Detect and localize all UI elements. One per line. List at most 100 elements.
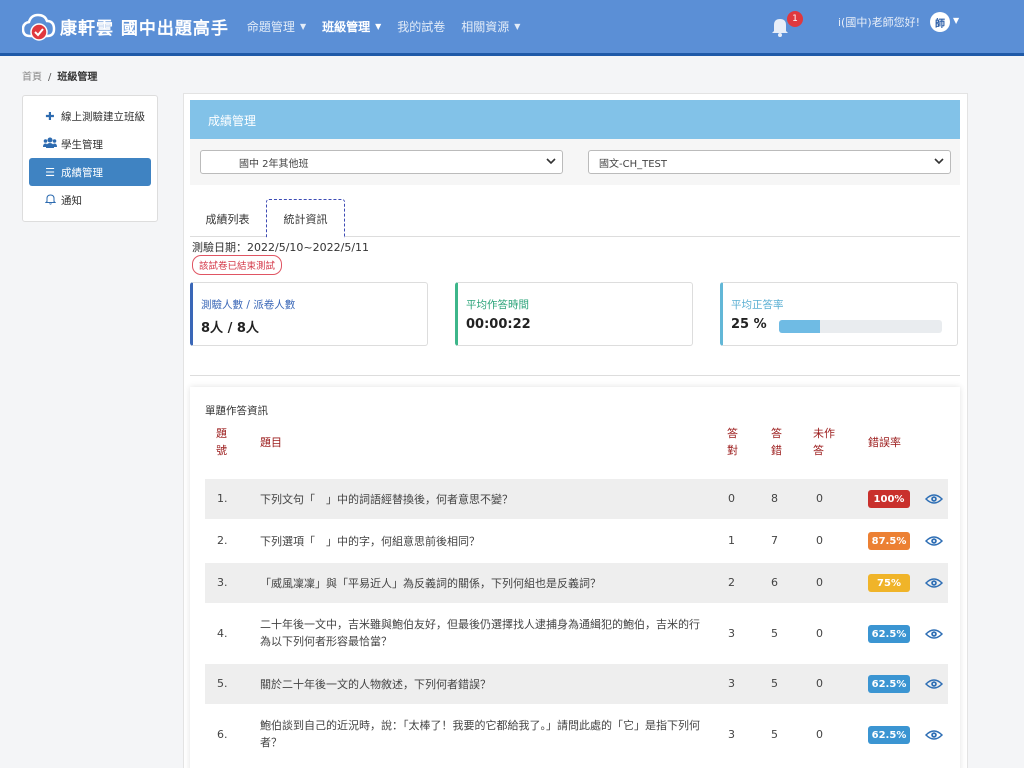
notification-count-badge: 1 bbox=[787, 11, 803, 27]
correct-count: 0 bbox=[728, 492, 735, 505]
menu-item-resources[interactable]: 相關資源 ▼ bbox=[461, 18, 520, 35]
breadcrumb-home[interactable]: 首頁 bbox=[22, 72, 42, 83]
view-eye-icon[interactable] bbox=[924, 535, 944, 547]
users-icon bbox=[43, 137, 57, 151]
class-select[interactable]: 國中 2年其他班 bbox=[200, 150, 563, 174]
sidebar: ✚ 線上測驗建立班級 學生管理 ☰ 成績管理 通知 bbox=[22, 95, 158, 222]
bell-icon bbox=[43, 193, 57, 208]
question-number: 5. bbox=[217, 677, 228, 690]
unanswered-count: 0 bbox=[816, 677, 823, 690]
wrong-count: 5 bbox=[771, 677, 778, 690]
subject-select-value: 國文-CH_TEST bbox=[599, 158, 667, 170]
view-eye-icon[interactable] bbox=[924, 678, 944, 690]
subject-select[interactable]: 國文-CH_TEST bbox=[588, 150, 951, 174]
wrong-count: 5 bbox=[771, 728, 778, 741]
sidebar-item-label: 通知 bbox=[61, 194, 82, 207]
error-rate-badge: 62.5% bbox=[868, 726, 910, 744]
wrong-count: 8 bbox=[771, 492, 778, 505]
correct-count: 2 bbox=[728, 576, 735, 589]
sidebar-item-students[interactable]: 學生管理 bbox=[29, 130, 151, 158]
correct-count: 3 bbox=[728, 677, 735, 690]
stat-value: 25 % bbox=[731, 317, 767, 332]
error-rate-badge: 62.5% bbox=[868, 675, 910, 693]
question-number: 6. bbox=[217, 728, 228, 741]
stat-card-avg-correct: 平均正答率 25 % bbox=[720, 282, 958, 346]
breadcrumb: 首頁 / 班級管理 bbox=[22, 68, 97, 83]
top-navbar: 康軒雲 國中出題高手 命題管理 ▼ 班級管理 ▼ 我的試卷 相關資源 ▼ 1 i(國中… bbox=[0, 0, 1024, 56]
question-number: 3. bbox=[217, 576, 228, 589]
user-greeting[interactable]: i(國中)老師您好! bbox=[838, 14, 920, 30]
page-title: 成績管理 bbox=[190, 100, 960, 139]
question-text: 二十年後一文中，吉米雖與鮑伯友好，但最後仍選擇找人逮捕身為通緝犯的鮑伯，吉米的行… bbox=[260, 618, 700, 648]
stat-card-avg-time: 平均作答時間 00:00:22 bbox=[455, 282, 693, 346]
question-stats-card: 單題作答資訊 題號 題目 答對 答錯 未作答 錯誤率 1. 下列文句「 」中的詞語… bbox=[190, 387, 960, 768]
stat-value: 8人 / 8人 bbox=[201, 321, 259, 336]
tab-statistics[interactable]: 統計資訊 bbox=[266, 199, 345, 238]
view-eye-icon[interactable] bbox=[924, 493, 944, 505]
question-text: 關於二十年後一文的人物敘述，下列何者錯誤？ bbox=[260, 678, 491, 691]
menu-item-class-management[interactable]: 班級管理 ▼ bbox=[322, 18, 381, 35]
table-header: 題號 題目 答對 答錯 未作答 錯誤率 bbox=[205, 425, 950, 467]
brand[interactable]: 康軒雲 國中出題高手 bbox=[21, 12, 229, 42]
stat-label: 測驗人數 / 派卷人數 bbox=[201, 299, 296, 311]
error-rate-badge: 100% bbox=[868, 490, 910, 508]
table-row: 3. 「威風凜凜」與「平易近人」為反義詞的關係，下列何組也是反義詞？ 2 6 0 75% bbox=[205, 563, 948, 603]
sidebar-item-create-class[interactable]: ✚ 線上測驗建立班級 bbox=[29, 102, 151, 130]
divider bbox=[190, 375, 960, 376]
table-row: 1. 下列文句「 」中的詞語經替換後，何者意思不變？ 0 8 0 100% bbox=[205, 479, 948, 519]
status-badge: 該試卷已結束測試 bbox=[192, 255, 283, 275]
menu-item-my-papers[interactable]: 我的試卷 bbox=[397, 18, 445, 35]
sidebar-item-grades[interactable]: ☰ 成績管理 bbox=[29, 158, 151, 186]
progress-fill bbox=[779, 320, 820, 333]
avatar[interactable]: 師 bbox=[930, 12, 950, 32]
menu-label: 命題管理 bbox=[246, 20, 295, 34]
error-rate-badge: 87.5% bbox=[868, 532, 910, 550]
menu-label: 班級管理 bbox=[322, 20, 371, 34]
stat-card-participants: 測驗人數 / 派卷人數 8人 / 8人 bbox=[190, 282, 428, 346]
header-error-rate: 錯誤率 bbox=[868, 436, 901, 449]
question-text: 鮑伯談到自己的近況時，說：「太棒了！我要的它都給我了。」請問此處的「它」是指下列… bbox=[260, 719, 700, 749]
caret-down-icon[interactable]: ▼ bbox=[953, 16, 959, 25]
header-question: 題目 bbox=[260, 436, 282, 449]
menu-label: 我的試卷 bbox=[397, 20, 446, 34]
list-icon: ☰ bbox=[45, 165, 55, 179]
view-eye-icon[interactable] bbox=[924, 729, 944, 741]
unanswered-count: 0 bbox=[816, 728, 823, 741]
header-wrong: 答錯 bbox=[771, 427, 782, 457]
view-eye-icon[interactable] bbox=[924, 628, 944, 640]
filter-area: 國中 2年其他班 國文-CH_TEST bbox=[190, 139, 960, 185]
table-row: 2. 下列選項「 」中的字，何組意思前後相同？ 1 7 0 87.5% bbox=[205, 521, 948, 561]
wrong-count: 6 bbox=[771, 576, 778, 589]
menu-item-question-management[interactable]: 命題管理 ▼ bbox=[247, 18, 306, 35]
header-correct: 答對 bbox=[727, 427, 738, 457]
test-date: 測驗日期：2022/5/10~2022/5/11 bbox=[192, 241, 370, 254]
breadcrumb-current: 班級管理 bbox=[57, 72, 98, 83]
error-rate-badge: 75% bbox=[868, 574, 910, 592]
unanswered-count: 0 bbox=[816, 627, 823, 640]
question-number: 4. bbox=[217, 627, 228, 640]
unanswered-count: 0 bbox=[816, 534, 823, 547]
main-menu: 命題管理 ▼ 班級管理 ▼ 我的試卷 相關資源 ▼ bbox=[247, 18, 537, 35]
stat-label: 平均作答時間 bbox=[466, 299, 529, 311]
correct-count: 1 bbox=[728, 534, 735, 547]
caret-down-icon: ▼ bbox=[514, 22, 521, 31]
sidebar-item-notifications[interactable]: 通知 bbox=[29, 186, 151, 214]
unanswered-count: 0 bbox=[816, 576, 823, 589]
correct-count: 3 bbox=[728, 627, 735, 640]
caret-down-icon: ▼ bbox=[375, 22, 382, 31]
class-select-value: 國中 2年其他班 bbox=[239, 158, 309, 170]
correct-rate-progress-bar bbox=[779, 320, 942, 333]
question-text: 下列選項「 」中的字，何組意思前後相同？ bbox=[260, 535, 480, 548]
error-rate-badge: 62.5% bbox=[868, 625, 910, 643]
view-eye-icon[interactable] bbox=[924, 577, 944, 589]
stat-label: 平均正答率 bbox=[731, 299, 784, 311]
tab-grade-list[interactable]: 成績列表 bbox=[190, 199, 265, 238]
chevron-down-icon bbox=[546, 156, 556, 169]
tab-bar: 成績列表 統計資訊 bbox=[190, 199, 960, 238]
breadcrumb-separator: / bbox=[48, 72, 52, 83]
sidebar-item-label: 線上測驗建立班級 bbox=[61, 110, 145, 123]
section-title: 單題作答資訊 bbox=[205, 405, 268, 417]
brand-title: 康軒雲 國中出題高手 bbox=[60, 19, 229, 39]
table-row: 5. 關於二十年後一文的人物敘述，下列何者錯誤？ 3 5 0 62.5% bbox=[205, 664, 948, 704]
plus-icon: ✚ bbox=[45, 109, 55, 123]
